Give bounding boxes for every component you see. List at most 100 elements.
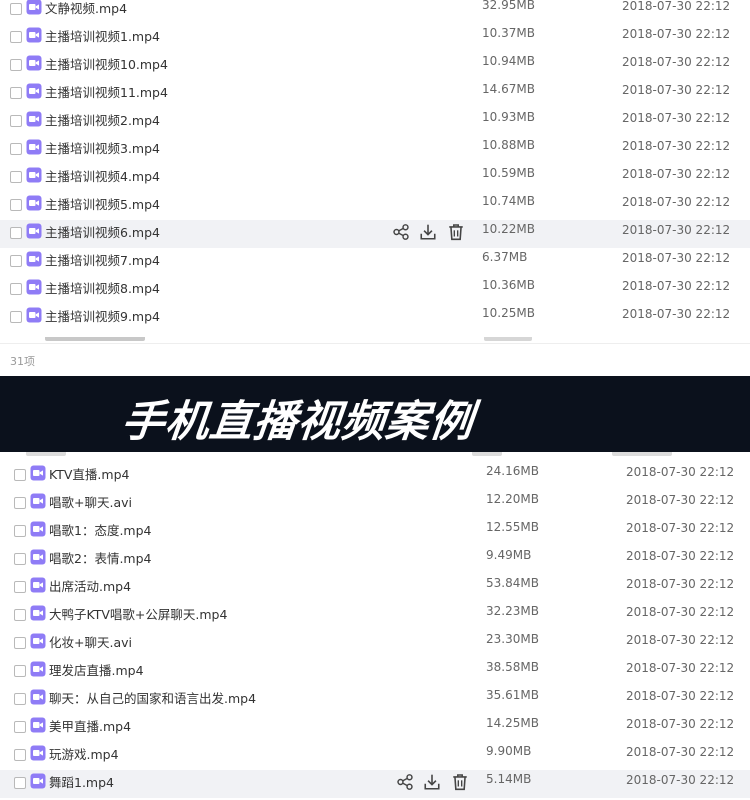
file-row[interactable]: 美甲直播.mp4 14.25MB 2018-07-30 22:12	[0, 714, 750, 742]
file-size: 6.37MB	[482, 250, 528, 264]
file-row[interactable]: 舞蹈1.mp4 5.14MB 2018-07-30 22:12	[0, 770, 750, 798]
file-row[interactable]: 玩游戏.mp4 9.90MB 2018-07-30 22:12	[0, 742, 750, 770]
file-row[interactable]: 文静视频.mp4 32.95MB 2018-07-30 22:12	[0, 0, 750, 24]
file-row[interactable]: 主播培训视频11.mp4 14.67MB 2018-07-30 22:12	[0, 80, 750, 108]
row-checkbox[interactable]	[10, 143, 22, 155]
file-name[interactable]: 主播培训视频1.mp4	[45, 26, 160, 45]
row-checkbox[interactable]	[14, 581, 26, 593]
file-name[interactable]: 舞蹈1.mp4	[49, 772, 114, 791]
row-checkbox[interactable]	[14, 469, 26, 481]
row-checkbox[interactable]	[10, 31, 22, 43]
row-checkbox[interactable]	[14, 637, 26, 649]
file-name[interactable]: 聊天：从自己的国家和语言出发.mp4	[49, 688, 256, 707]
download-icon[interactable]	[423, 773, 441, 791]
file-row[interactable]: 主播培训视频9.mp4 10.25MB 2018-07-30 22:12	[0, 304, 750, 332]
row-checkbox[interactable]	[10, 227, 22, 239]
file-date: 2018-07-30 22:12	[622, 27, 731, 41]
trash-icon[interactable]	[447, 223, 465, 241]
row-checkbox[interactable]	[14, 693, 26, 705]
row-checkbox[interactable]	[14, 777, 26, 789]
trash-icon[interactable]	[451, 773, 469, 791]
row-checkbox[interactable]	[10, 283, 22, 295]
file-name[interactable]: 化妆+聊天.avi	[49, 632, 132, 651]
file-name[interactable]: 主播培训视频8.mp4	[45, 278, 160, 297]
file-size: 10.22MB	[482, 222, 535, 236]
list-divider	[0, 343, 750, 344]
file-name[interactable]: KTV直播.mp4	[49, 464, 129, 483]
row-checkbox[interactable]	[10, 3, 22, 15]
download-icon[interactable]	[419, 223, 437, 241]
video-file-icon	[30, 577, 46, 593]
row-checkbox[interactable]	[10, 171, 22, 183]
video-file-icon	[30, 689, 46, 705]
file-row[interactable]: 主播培训视频4.mp4 10.59MB 2018-07-30 22:12	[0, 164, 750, 192]
file-name[interactable]: 唱歌2：表情.mp4	[49, 548, 152, 567]
share-icon[interactable]	[392, 223, 410, 241]
file-row[interactable]: 主播培训视频1.mp4 10.37MB 2018-07-30 22:12	[0, 24, 750, 52]
file-row[interactable]: KTV直播.mp4 24.16MB 2018-07-30 22:12	[0, 462, 750, 490]
file-row[interactable]: 主播培训视频5.mp4 10.74MB 2018-07-30 22:12	[0, 192, 750, 220]
row-checkbox[interactable]	[10, 115, 22, 127]
row-checkbox[interactable]	[10, 311, 22, 323]
row-checkbox[interactable]	[14, 721, 26, 733]
row-checkbox[interactable]	[14, 497, 26, 509]
file-date: 2018-07-30 22:12	[626, 577, 735, 591]
row-checkbox[interactable]	[14, 553, 26, 565]
file-name[interactable]: 文静视频.mp4	[45, 0, 127, 17]
file-row[interactable]: 出席活动.mp4 53.84MB 2018-07-30 22:12	[0, 574, 750, 602]
file-name[interactable]: 美甲直播.mp4	[49, 716, 131, 735]
file-name[interactable]: 主播培训视频6.mp4	[45, 222, 160, 241]
file-date: 2018-07-30 22:12	[626, 633, 735, 647]
file-date: 2018-07-30 22:12	[622, 223, 731, 237]
row-checkbox[interactable]	[14, 749, 26, 761]
file-name[interactable]: 主播培训视频5.mp4	[45, 194, 160, 213]
file-name[interactable]: 出席活动.mp4	[49, 576, 131, 595]
file-name[interactable]: 主播培训视频2.mp4	[45, 110, 160, 129]
file-row[interactable]: 主播培训视频8.mp4 10.36MB 2018-07-30 22:12	[0, 276, 750, 304]
file-row[interactable]: 化妆+聊天.avi 23.30MB 2018-07-30 22:12	[0, 630, 750, 658]
file-name[interactable]: 大鸭子KTV唱歌+公屏聊天.mp4	[49, 604, 227, 623]
file-name[interactable]: 主播培训视频7.mp4	[45, 250, 160, 269]
video-file-icon	[26, 167, 42, 183]
share-icon[interactable]	[396, 773, 414, 791]
row-checkbox[interactable]	[10, 255, 22, 267]
row-checkbox[interactable]	[10, 87, 22, 99]
hidden-row-size	[484, 337, 532, 341]
file-row[interactable]: 主播培训视频6.mp4 10.22MB 2018-07-30 22:12	[0, 220, 750, 248]
file-name[interactable]: 唱歌+聊天.avi	[49, 492, 132, 511]
file-row[interactable]: 主播培训视频7.mp4 6.37MB 2018-07-30 22:12	[0, 248, 750, 276]
file-date: 2018-07-30 22:12	[626, 745, 735, 759]
file-row[interactable]: 聊天：从自己的国家和语言出发.mp4 35.61MB 2018-07-30 22:1…	[0, 686, 750, 714]
file-name[interactable]: 主播培训视频10.mp4	[45, 54, 168, 73]
file-row[interactable]: 主播培训视频3.mp4 10.88MB 2018-07-30 22:12	[0, 136, 750, 164]
video-file-icon	[26, 251, 42, 267]
file-row[interactable]: 主播培训视频2.mp4 10.93MB 2018-07-30 22:12	[0, 108, 750, 136]
row-checkbox[interactable]	[10, 59, 22, 71]
file-row[interactable]: 大鸭子KTV唱歌+公屏聊天.mp4 32.23MB 2018-07-30 22:12	[0, 602, 750, 630]
file-row[interactable]: 唱歌+聊天.avi 12.20MB 2018-07-30 22:12	[0, 490, 750, 518]
file-name[interactable]: 主播培训视频3.mp4	[45, 138, 160, 157]
row-checkbox[interactable]	[14, 609, 26, 621]
file-size: 10.74MB	[482, 194, 535, 208]
row-checkbox[interactable]	[14, 525, 26, 537]
file-size: 53.84MB	[486, 576, 539, 590]
file-row[interactable]: 唱歌2：表情.mp4 9.49MB 2018-07-30 22:12	[0, 546, 750, 574]
file-row[interactable]: 唱歌1：态度.mp4 12.55MB 2018-07-30 22:12	[0, 518, 750, 546]
video-file-icon	[26, 27, 42, 43]
file-name[interactable]: 主播培训视频9.mp4	[45, 306, 160, 325]
row-checkbox[interactable]	[14, 665, 26, 677]
file-row[interactable]: 主播培训视频10.mp4 10.94MB 2018-07-30 22:12	[0, 52, 750, 80]
file-name[interactable]: 主播培训视频11.mp4	[45, 82, 168, 101]
file-name[interactable]: 玩游戏.mp4	[49, 744, 119, 763]
file-name[interactable]: 理发店直播.mp4	[49, 660, 144, 679]
video-file-icon	[26, 279, 42, 295]
row-checkbox[interactable]	[10, 199, 22, 211]
video-file-icon	[30, 661, 46, 677]
video-file-icon	[26, 307, 42, 323]
file-date: 2018-07-30 22:12	[622, 307, 731, 321]
file-row[interactable]: 理发店直播.mp4 38.58MB 2018-07-30 22:12	[0, 658, 750, 686]
file-name[interactable]: 唱歌1：态度.mp4	[49, 520, 152, 539]
file-size: 10.94MB	[482, 54, 535, 68]
video-file-icon	[30, 521, 46, 537]
file-name[interactable]: 主播培训视频4.mp4	[45, 166, 160, 185]
